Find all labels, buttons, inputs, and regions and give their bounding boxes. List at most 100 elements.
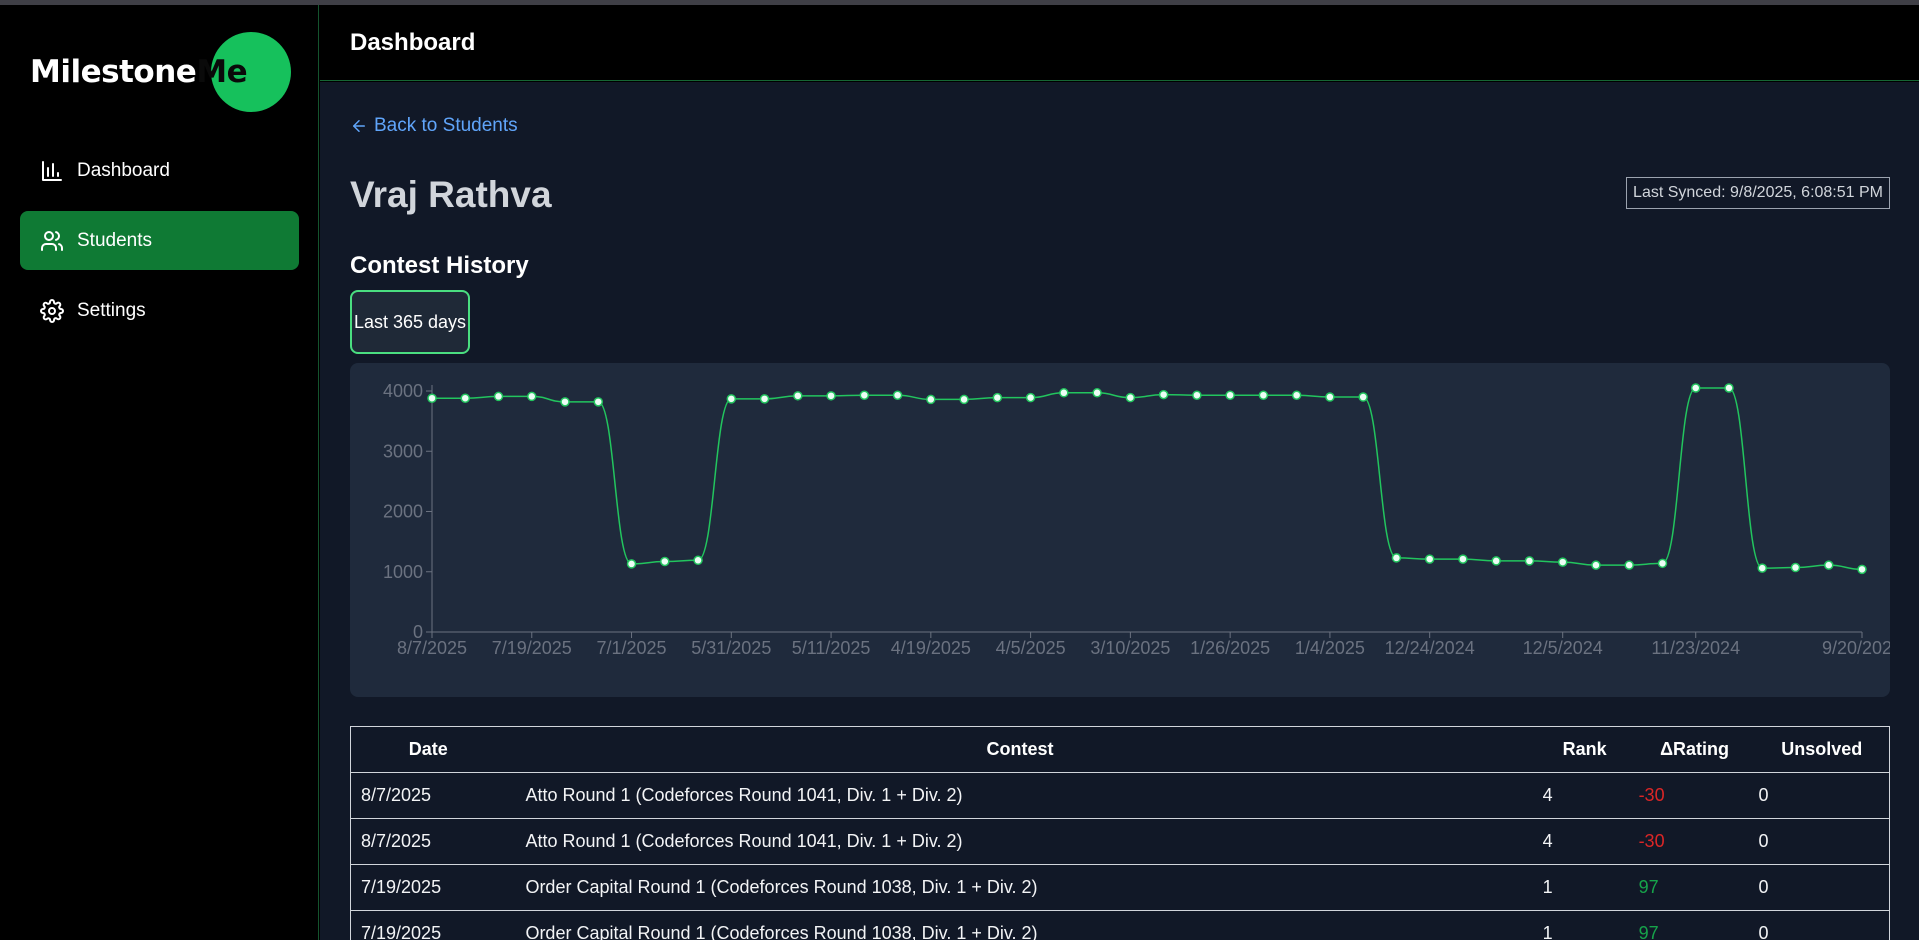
- cell-rating-change: 97: [1634, 910, 1755, 940]
- rating-point: [892, 390, 903, 400]
- rating-point: [992, 392, 1003, 403]
- sidebar-nav: Dashboard Students Settings: [20, 141, 299, 351]
- rating-series-line: [432, 387, 1863, 571]
- users-icon: [41, 230, 63, 251]
- arrow-left-icon: [353, 120, 365, 132]
- cell-rating-change: -30: [1634, 772, 1755, 819]
- cell-date: 7/19/2025: [350, 864, 506, 911]
- logo-text: MilestoneMe: [30, 54, 248, 90]
- rating-point: [1524, 556, 1535, 566]
- cell-date: 8/7/2025: [350, 772, 506, 819]
- rating-point: [527, 391, 537, 402]
- page-header-title: Dashboard: [350, 29, 476, 56]
- sidebar-item-label: Students: [77, 229, 152, 251]
- cell-unsolved: 0: [1754, 772, 1890, 819]
- main-content: Back to Students Vraj Rathva Last Synced…: [320, 82, 1919, 940]
- sidebar-item-dashboard[interactable]: Dashboard: [20, 141, 299, 200]
- rating-point: [1092, 388, 1102, 398]
- y-tick-label: 3000: [383, 441, 423, 461]
- rating-point: [427, 393, 437, 403]
- date-range-button[interactable]: Last 365 days: [350, 290, 470, 354]
- y-tick-label: 4000: [383, 381, 423, 401]
- sidebar-item-label: Dashboard: [77, 159, 170, 181]
- cell-date: 8/7/2025: [350, 818, 506, 865]
- cell-rank: 1: [1534, 864, 1635, 911]
- table-row[interactable]: 7/19/2025 Order Capital Round 1 (Codefor…: [350, 910, 1890, 940]
- sidebar-item-settings[interactable]: Settings: [20, 281, 299, 340]
- app-logo[interactable]: MilestoneMe: [30, 32, 300, 116]
- rating-point: [1125, 392, 1136, 403]
- last-synced-badge: Last Synced: 9/8/2025, 6:08:51 PM: [1626, 177, 1890, 209]
- x-tick-label: 4/19/2025: [891, 638, 971, 658]
- contest-table: Date Contest Rank ΔRating Unsolved 8/7/2…: [350, 726, 1890, 940]
- header-rating-change[interactable]: ΔRating: [1634, 726, 1755, 773]
- header-unsolved[interactable]: Unsolved: [1754, 726, 1890, 773]
- contest-table-wrapper: Date Contest Rank ΔRating Unsolved 8/7/2…: [350, 726, 1890, 940]
- rating-point: [1690, 383, 1701, 393]
- table-row[interactable]: 8/7/2025 Atto Round 1 (Codeforces Round …: [350, 772, 1890, 819]
- cell-contest: Order Capital Round 1 (Codeforces Round …: [505, 864, 1535, 911]
- rating-point: [1192, 390, 1202, 400]
- x-tick-label: 5/31/2025: [691, 638, 771, 658]
- top-header: Dashboard: [320, 5, 1919, 81]
- rating-point: [1424, 554, 1435, 564]
- rating-point: [593, 397, 604, 407]
- x-tick-label: 5/11/2025: [792, 638, 871, 658]
- rating-point: [793, 391, 803, 401]
- cell-rating-change: -30: [1634, 818, 1755, 865]
- rating-point: [1225, 390, 1235, 400]
- x-tick-label: 7/1/2025: [596, 638, 666, 658]
- header-rank[interactable]: Rank: [1534, 726, 1635, 773]
- rating-point: [1757, 563, 1767, 573]
- y-tick-label: 1000: [383, 562, 423, 582]
- rating-point: [1857, 564, 1867, 575]
- rating-point: [1724, 383, 1734, 393]
- logo-text-milestone: Milestone: [30, 54, 197, 90]
- x-tick-label: 11/23/2024: [1651, 638, 1740, 658]
- x-tick-label: 1/26/2025: [1190, 638, 1270, 658]
- gear-icon: [40, 298, 64, 323]
- y-tick-label: 2000: [383, 502, 423, 522]
- header-date[interactable]: Date: [350, 726, 506, 773]
- cell-date: 7/19/2025: [350, 910, 506, 940]
- rating-point: [1790, 562, 1801, 573]
- back-to-students-link[interactable]: Back to Students: [350, 115, 518, 137]
- sidebar: MilestoneMe Dashboard Students Settings: [0, 5, 319, 940]
- rating-point: [1059, 388, 1069, 398]
- cell-contest: Atto Round 1 (Codeforces Round 1041, Div…: [505, 818, 1535, 865]
- cell-rank: 4: [1534, 818, 1635, 865]
- rating-point: [460, 393, 471, 403]
- table-row[interactable]: 8/7/2025 Atto Round 1 (Codeforces Round …: [350, 818, 1890, 865]
- sidebar-item-students[interactable]: Students: [20, 211, 299, 270]
- cell-rank: 1: [1534, 910, 1635, 940]
- rating-point: [1491, 556, 1501, 566]
- cell-unsolved: 0: [1754, 910, 1890, 940]
- cell-rank: 4: [1534, 772, 1635, 819]
- rating-point: [959, 394, 969, 405]
- rating-point: [626, 559, 637, 569]
- sidebar-item-label: Settings: [77, 299, 146, 321]
- rating-point: [1025, 392, 1036, 403]
- rating-point: [1391, 553, 1402, 563]
- x-tick-label: 7/19/2025: [492, 638, 572, 658]
- cell-unsolved: 0: [1754, 864, 1890, 911]
- rating-point: [826, 391, 836, 401]
- header-contest[interactable]: Contest: [505, 726, 1535, 773]
- rating-point: [1823, 560, 1834, 570]
- rating-point: [1291, 390, 1302, 400]
- student-name: Vraj Rathva: [350, 174, 552, 215]
- rating-point: [1557, 557, 1568, 567]
- rating-point: [926, 394, 936, 405]
- cell-contest: Atto Round 1 (Codeforces Round 1041, Div…: [505, 772, 1535, 819]
- x-tick-label: 4/5/2025: [996, 638, 1066, 658]
- rating-point: [1591, 560, 1601, 570]
- rating-point: [1258, 390, 1269, 400]
- cell-contest: Order Capital Round 1 (Codeforces Round …: [505, 910, 1535, 940]
- rating-line-chart: 010002000300040008/7/2025 7/19/2025 7/1/20…: [383, 381, 1890, 658]
- rating-point: [1458, 554, 1468, 564]
- rating-chart-card: 0 1000 2000 3000 4000 8/7/2025 7/19/2025 7/1/20…: [350, 363, 1890, 697]
- table-row[interactable]: 7/19/2025 Order Capital Round 1 (Codefor…: [350, 864, 1890, 911]
- rating-point: [1325, 392, 1335, 402]
- bar-chart-icon: [42, 160, 62, 181]
- rating-point: [1158, 389, 1169, 400]
